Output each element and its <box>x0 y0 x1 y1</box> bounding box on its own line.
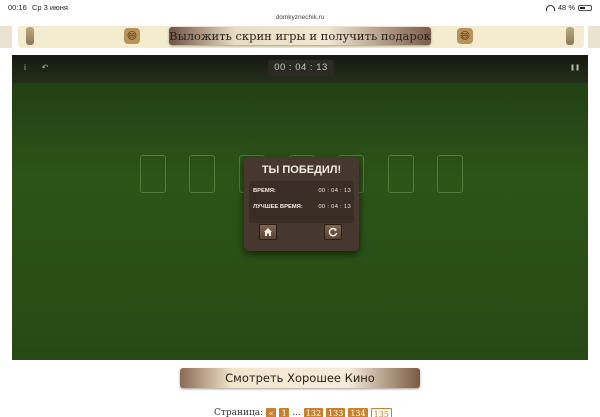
page-current: 135 <box>370 407 392 417</box>
pagination: Страница: « 1 ... 132 133 134 135 <box>214 407 392 417</box>
win-dialog: ТЫ ПОБЕДИЛ! ВРЕМЯ: 00 : 04 : 13 ЛУЧШЕЕ В… <box>244 157 359 251</box>
page-link[interactable]: 133 <box>326 407 346 417</box>
page-ellipsis: ... <box>292 408 301 417</box>
right-side-panel <box>588 26 600 48</box>
battery-level <box>580 6 585 9</box>
url-text: domkyznechik.ru <box>275 14 325 21</box>
battery-percent: 48 % <box>557 3 575 12</box>
status-date: Ср 3 июня <box>32 3 68 12</box>
game-toolbar: i ↶ 00 : 04 : 13 ❚❚ <box>12 55 588 83</box>
time-row: ВРЕМЯ: 00 : 04 : 13 <box>253 188 351 194</box>
best-time-row: ЛУЧШЕЕ ВРЕМЯ: 00 : 04 : 13 <box>253 204 351 210</box>
status-bar: 00:16 Ср 3 июня 48 % <box>0 0 600 14</box>
share-screenshot-button[interactable]: Выложить скрин игры и получить подарок <box>169 27 431 45</box>
banner-peg-left <box>26 27 34 45</box>
card-slot[interactable] <box>437 155 463 193</box>
page-link[interactable]: 134 <box>348 407 368 417</box>
restart-icon <box>328 227 338 237</box>
page-link[interactable]: 132 <box>303 407 324 417</box>
banner-peg-right <box>566 27 574 45</box>
info-icon[interactable]: i <box>20 63 30 73</box>
pagination-label: Страница: <box>214 408 264 417</box>
smile-emoji-icon: 😄 <box>124 28 140 44</box>
undo-icon[interactable]: ↶ <box>40 63 50 73</box>
smile-emoji-icon: 😄 <box>457 28 473 44</box>
address-bar[interactable]: domkyznechik.ru <box>0 14 600 26</box>
pause-icon[interactable]: ❚❚ <box>570 63 580 73</box>
best-time-value: 00 : 04 : 13 <box>318 204 351 210</box>
card-slot[interactable] <box>189 155 215 193</box>
battery-icon <box>578 4 592 11</box>
page-prev[interactable]: « <box>266 407 277 417</box>
status-right: 48 % <box>545 3 592 12</box>
status-time: 00:16 <box>8 3 27 12</box>
win-stats: ВРЕМЯ: 00 : 04 : 13 ЛУЧШЕЕ ВРЕМЯ: 00 : 0… <box>249 181 354 223</box>
game-timer: 00 : 04 : 13 <box>268 60 334 76</box>
home-button[interactable] <box>259 224 277 240</box>
home-icon <box>264 228 272 236</box>
best-time-label: ЛУЧШЕЕ ВРЕМЯ: <box>253 204 303 210</box>
wifi-icon <box>545 4 555 11</box>
restart-button[interactable] <box>324 224 342 240</box>
card-slot[interactable] <box>140 155 166 193</box>
card-slot[interactable] <box>388 155 414 193</box>
left-side-panel <box>0 26 12 48</box>
time-label: ВРЕМЯ: <box>253 188 276 194</box>
time-value: 00 : 04 : 13 <box>318 188 351 194</box>
win-title: ТЫ ПОБЕДИЛ! <box>261 164 342 176</box>
page-link[interactable]: 1 <box>279 407 290 417</box>
watch-movie-button[interactable]: Смотреть Хорошее Кино <box>180 368 420 388</box>
